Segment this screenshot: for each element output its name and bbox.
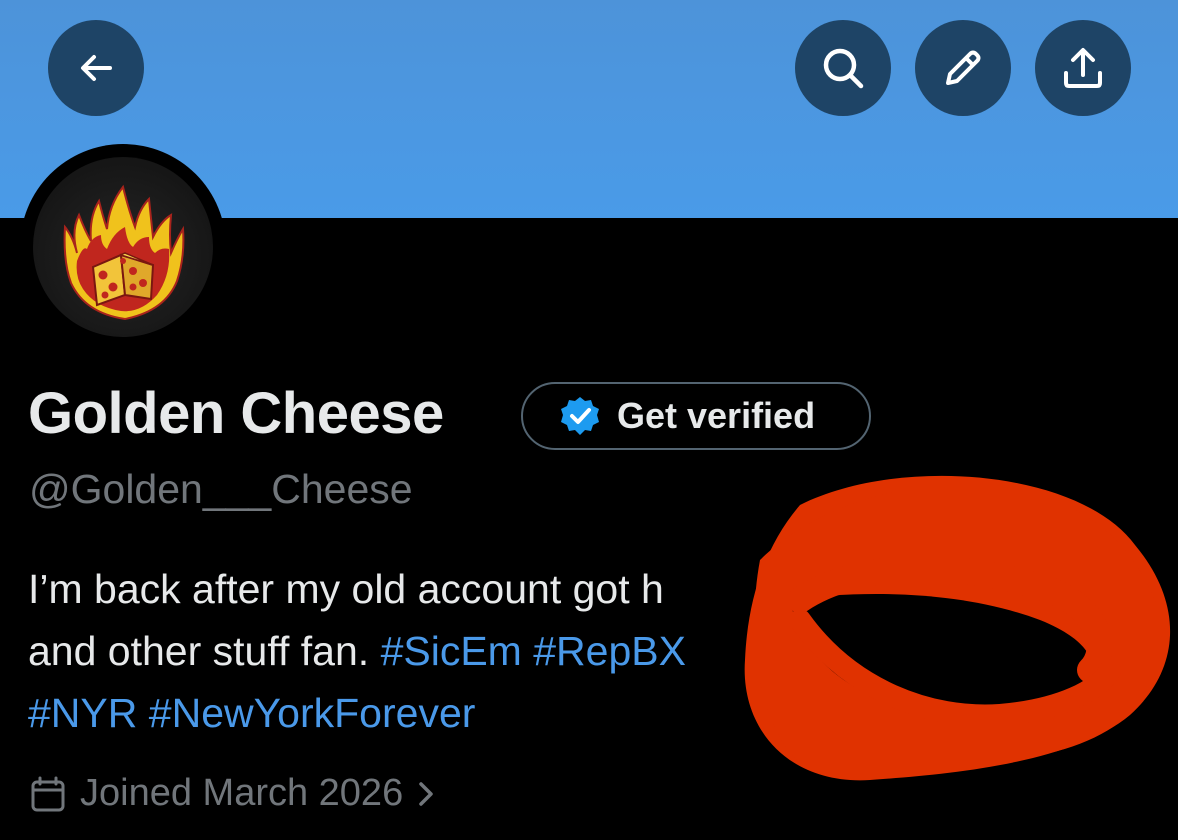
flaming-cheese-dice-logo [63,184,185,321]
user-handle: @Golden___Cheese [29,466,413,512]
search-button[interactable] [795,20,891,116]
verified-badge-icon [561,397,599,435]
hashtag-billsmafia[interactable]: #BillsMafia [756,628,954,674]
bio-line-1: I’m back after my old account got h ed. S… [28,566,901,613]
hashtag-nyr[interactable]: #NYR [28,690,137,736]
bio-line-2: and other stuff fan. #SicEm #RepBX #Bills… [28,628,954,675]
avatar-frame [20,144,226,350]
bio-text: I’m back after my old account got h [28,566,664,612]
search-icon [823,48,864,89]
chevron-right-icon [419,781,433,806]
edit-profile-button[interactable] [915,20,1011,116]
bio-text: and other stuff fan. [28,628,370,674]
arrow-left-icon [81,55,112,81]
calendar-icon [31,776,65,811]
get-verified-button[interactable]: Get verified [521,382,871,450]
joined-text: Joined March 2026 [80,772,404,814]
get-verified-label: Get verified [617,395,816,436]
back-button[interactable] [48,20,144,116]
display-name: Golden Cheese [28,381,444,446]
share-button[interactable] [1035,20,1131,116]
bio-line-3: #NYR #NewYorkForever [28,690,475,737]
hashtag-sicem[interactable]: #SicEm [381,628,522,674]
avatar[interactable] [33,157,213,337]
hashtag-repbx[interactable]: #RepBX [533,628,686,674]
pencil-icon [946,50,981,85]
share-upload-icon [1064,48,1102,88]
joined-date[interactable]: Joined March 2026 [30,772,437,815]
hashtag-newyorkforever[interactable]: #NewYorkForever [149,690,476,736]
bio-text-tail: ed. Spo [759,566,902,612]
